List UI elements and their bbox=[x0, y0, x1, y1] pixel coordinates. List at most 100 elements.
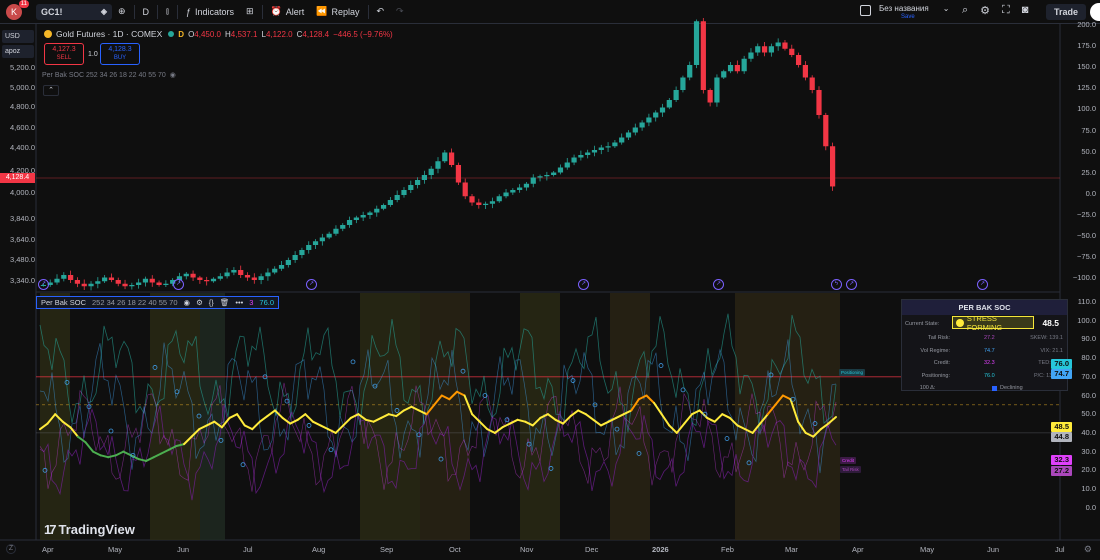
candle-body bbox=[700, 21, 706, 90]
composite-soc-line-segment bbox=[107, 454, 117, 459]
composite-soc-line-segment bbox=[342, 416, 352, 427]
indicator-legend[interactable]: Per Bak SOC 252 34 26 18 22 40 55 70 ◉ ⚙… bbox=[36, 296, 280, 309]
indicator-params: 252 34 26 18 22 40 55 70 bbox=[92, 298, 178, 307]
timezone-z-icon[interactable]: Z bbox=[6, 544, 16, 554]
composite-soc-line-segment bbox=[683, 413, 693, 425]
chart-canvas[interactable] bbox=[0, 0, 1100, 560]
ohlc-low: L4,122.0 bbox=[261, 30, 292, 39]
candle-body bbox=[394, 195, 400, 200]
event-marker-icon[interactable]: ↗ bbox=[713, 279, 724, 290]
event-marker-icon[interactable]: ↗ bbox=[578, 279, 589, 290]
collapse-legend-button[interactable]: ⌃ bbox=[43, 85, 59, 96]
candle-body bbox=[129, 285, 135, 287]
candle-body bbox=[183, 273, 189, 277]
ohlc-open: O4,450.0 bbox=[188, 30, 221, 39]
candle-body bbox=[653, 112, 659, 118]
candle-body bbox=[680, 77, 686, 90]
trash-icon[interactable]: 🗑 bbox=[220, 298, 230, 307]
time-label: Aug bbox=[312, 545, 326, 554]
candle-body bbox=[346, 220, 353, 225]
event-marker-icon[interactable]: ↗ bbox=[38, 279, 49, 290]
price-tick: 4,600.0 bbox=[9, 123, 35, 132]
tradingview-logo: 17 TradingView bbox=[44, 522, 135, 537]
source-code-icon[interactable]: {} bbox=[209, 298, 214, 307]
price-tick: 3,480.0 bbox=[9, 255, 35, 264]
event-marker-icon[interactable]: ↗ bbox=[306, 279, 317, 290]
time-label: Jul bbox=[243, 545, 253, 554]
event-marker-icon[interactable]: ↗ bbox=[173, 279, 184, 290]
candle-body bbox=[585, 152, 591, 155]
row-label: Positioning: bbox=[921, 372, 950, 379]
sell-price: 4,127.3 bbox=[52, 46, 76, 53]
event-marker-icon[interactable]: ↗ bbox=[977, 279, 988, 290]
candle-body bbox=[639, 122, 645, 128]
sell-button[interactable]: 4,127.3 SELL bbox=[44, 43, 84, 65]
indicator-value-tag: 44.8 bbox=[1051, 432, 1072, 442]
candle-body bbox=[387, 200, 393, 205]
eye-icon[interactable]: ◉ bbox=[184, 298, 191, 307]
candle-body bbox=[442, 152, 448, 162]
candle-body bbox=[319, 237, 325, 242]
candle-body bbox=[687, 65, 693, 78]
candle-body bbox=[544, 175, 550, 177]
composite-soc-line-segment bbox=[92, 450, 102, 457]
candle-body bbox=[782, 42, 788, 49]
indicator-value-tag: 32.3 bbox=[1051, 455, 1072, 465]
event-marker-icon[interactable]: ↗ bbox=[846, 279, 857, 290]
candle-body bbox=[265, 272, 271, 277]
candle-body bbox=[557, 167, 564, 173]
dashboard-rows: Tail Risk: 27.2 SKEW: 139.1 Vol Regime: 74.7… bbox=[902, 332, 1067, 382]
price-tick: 3,840.0 bbox=[9, 214, 35, 223]
composite-soc-line-segment bbox=[236, 413, 246, 427]
last-price-tag: 4,128.4 bbox=[0, 173, 35, 183]
percent-tick: 75.0 bbox=[1081, 125, 1096, 135]
price-tick: 4,800.0 bbox=[9, 102, 35, 111]
composite-soc-line-segment bbox=[281, 416, 292, 425]
candle-body bbox=[238, 270, 244, 275]
candle-body bbox=[625, 132, 632, 138]
flash-event-icon[interactable]: ϟ bbox=[831, 279, 842, 290]
candle-body bbox=[449, 152, 455, 165]
signal-marker bbox=[240, 462, 246, 468]
eye-icon[interactable]: ◉ bbox=[170, 71, 176, 79]
indicator-tick: 0.0 bbox=[1085, 502, 1096, 512]
candle-body bbox=[755, 46, 761, 53]
composite-soc-line-segment bbox=[304, 413, 314, 423]
candle-body bbox=[408, 185, 414, 190]
overlay-indicator-text: Per Bak SOC 252 34 26 18 22 40 55 70 bbox=[42, 71, 166, 79]
more-dots-icon[interactable]: ••• bbox=[235, 298, 243, 307]
time-label: Apr bbox=[42, 545, 54, 554]
buy-button[interactable]: 4,128.3 BUY bbox=[100, 43, 140, 65]
candle-body bbox=[721, 71, 727, 78]
dashboard-row: Positioning: 76.0 P/C: 1349.2 bbox=[902, 370, 1067, 383]
candle-body bbox=[210, 278, 217, 282]
candle-body bbox=[510, 190, 516, 193]
candle-body bbox=[312, 241, 319, 245]
candle-body bbox=[374, 208, 380, 213]
positioning-tag: Positioning bbox=[839, 369, 866, 376]
footer-left: 100 Δ: bbox=[919, 385, 936, 392]
dashboard-row: Vol Regime: 74.7 VIX: 21.1 bbox=[902, 345, 1067, 358]
composite-soc-line-segment bbox=[690, 409, 701, 416]
candle-body bbox=[707, 90, 713, 103]
candle-body bbox=[761, 46, 768, 53]
candle-body bbox=[149, 278, 155, 283]
time-label: Nov bbox=[520, 545, 534, 554]
candle-body bbox=[666, 100, 672, 108]
symbol-title[interactable]: Gold Futures · 1D · COMEX bbox=[56, 29, 162, 39]
time-label: May bbox=[920, 545, 935, 554]
candle-body bbox=[503, 192, 509, 197]
composite-soc-line-segment bbox=[509, 418, 519, 425]
overlay-indicator-label[interactable]: Per Bak SOC 252 34 26 18 22 40 55 70 ◉ bbox=[42, 71, 176, 80]
change-value: −446.5 (−9.76%) bbox=[333, 29, 393, 39]
settings-gear-icon[interactable]: ⚙ bbox=[196, 298, 203, 307]
candle-body bbox=[251, 277, 257, 280]
dashboard-row: Credit:32.3TED: 0.26 bbox=[902, 357, 1067, 370]
signal-marker bbox=[328, 447, 334, 453]
settings-gear-icon[interactable]: ⚙ bbox=[1084, 544, 1092, 555]
regime-band bbox=[420, 293, 470, 540]
candle-body bbox=[591, 150, 598, 153]
candle-body bbox=[435, 161, 441, 169]
composite-soc-line-segment bbox=[311, 420, 322, 427]
signal-marker bbox=[680, 387, 686, 393]
